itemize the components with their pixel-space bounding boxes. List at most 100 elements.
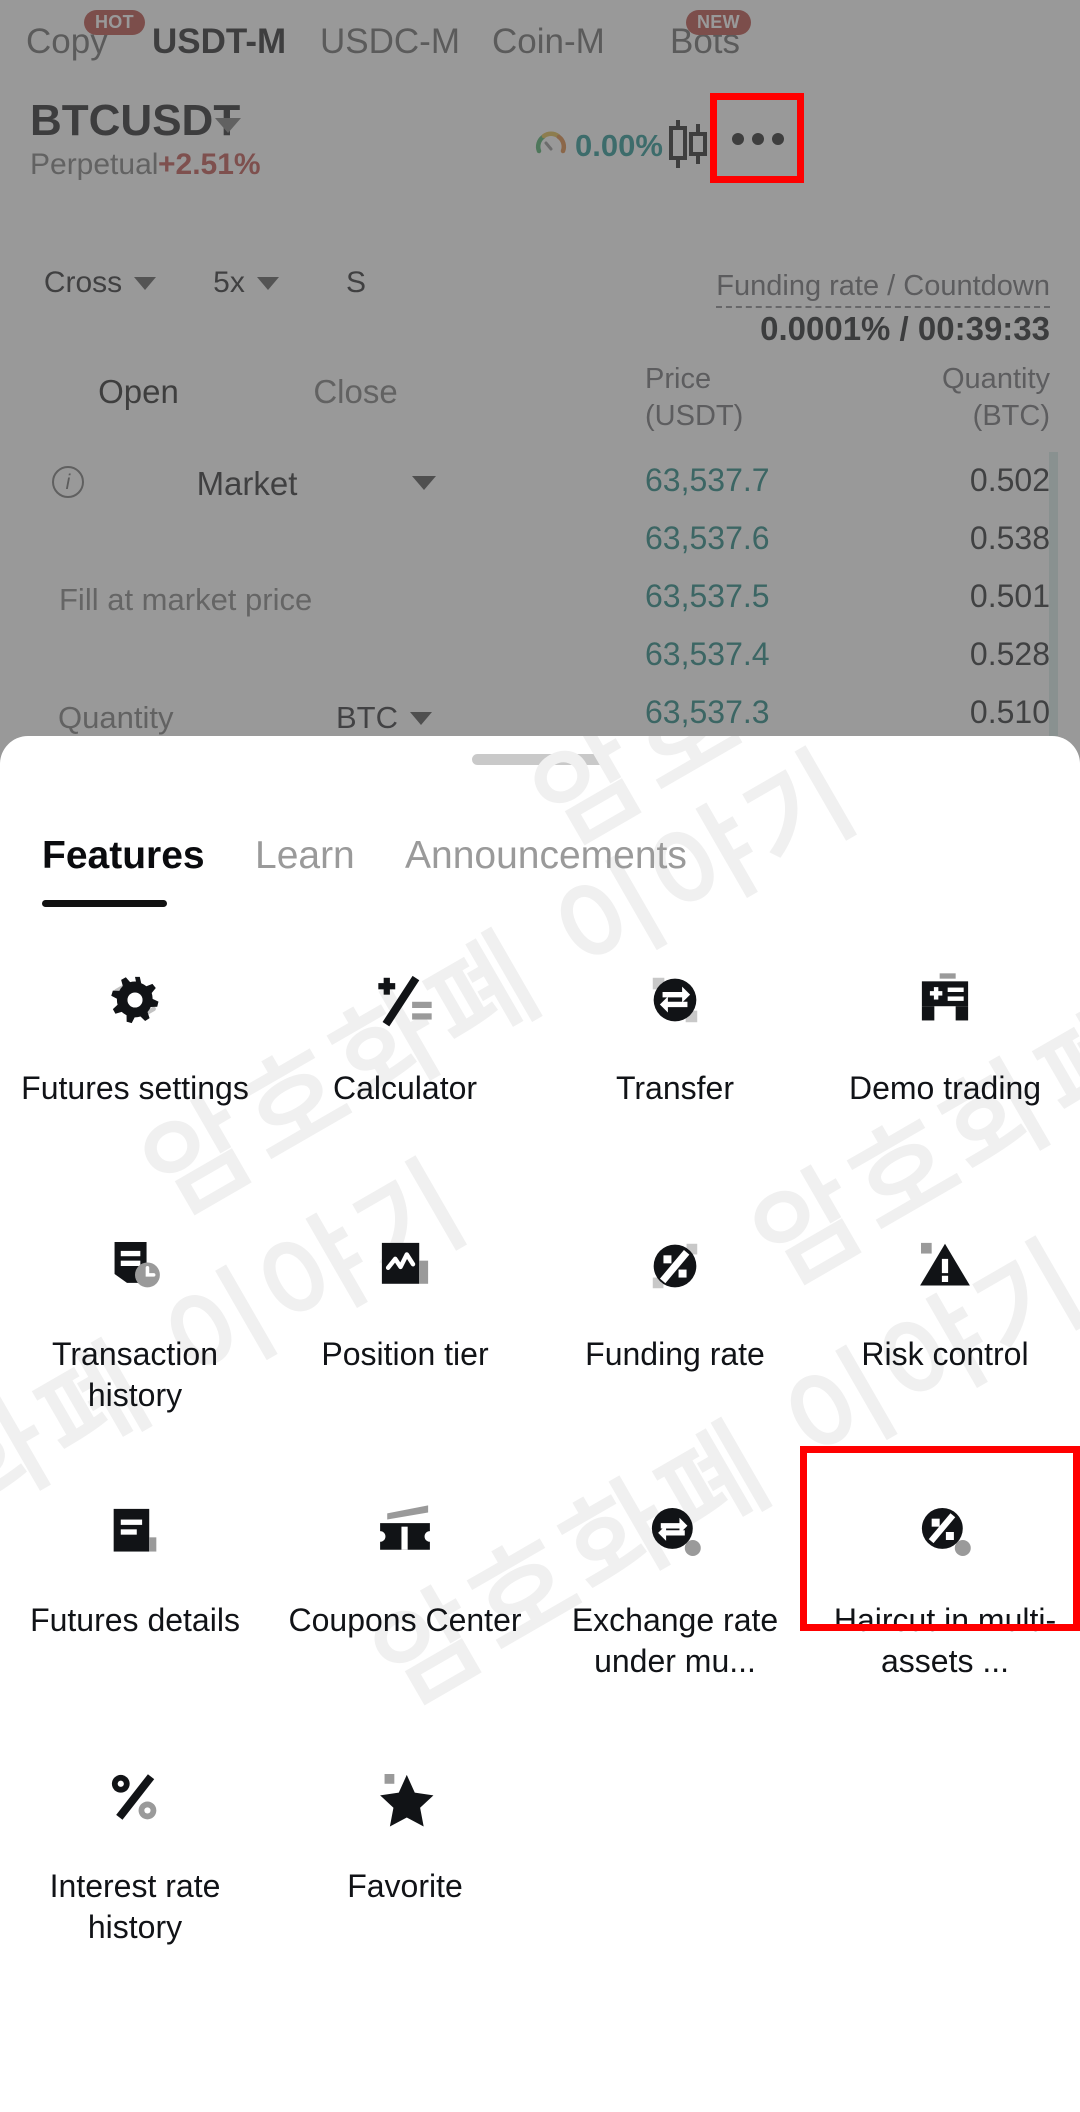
quantity-unit-label: BTC — [336, 700, 398, 735]
feature-item-futures-settings[interactable]: Futures settings — [0, 954, 270, 1109]
table-row[interactable]: 63,537.4 0.528 — [645, 636, 1050, 686]
orderbook-col-price-unit: (USDT) — [645, 400, 744, 432]
table-row[interactable]: 63,537.6 0.538 — [645, 520, 1050, 570]
feature-label: Risk control — [861, 1336, 1029, 1372]
feature-label: Coupons Center — [288, 1602, 522, 1638]
demo-trading-icon — [899, 954, 991, 1046]
orderbook-quantity: 0.501 — [969, 578, 1050, 614]
tab-close[interactable]: Close — [247, 358, 464, 426]
feature-item-interest-rate-history[interactable]: Interest rate history — [0, 1752, 270, 1948]
feature-label: Funding rate — [585, 1336, 765, 1372]
feature-item-calculator[interactable]: Calculator — [270, 954, 540, 1109]
feature-item-transfer[interactable]: Transfer — [540, 954, 810, 1109]
coupon-icon — [359, 1486, 451, 1578]
feature-item-demo-trading[interactable]: Demo trading — [810, 954, 1080, 1109]
price-placeholder: Fill at market price — [59, 582, 313, 617]
chevron-down-icon — [215, 118, 241, 133]
sheet-drag-handle[interactable] — [472, 754, 608, 765]
active-tab-indicator — [42, 900, 167, 907]
top-tab-usdc-m[interactable]: USDC-M — [320, 22, 460, 62]
preset-button[interactable]: S — [322, 252, 390, 314]
feature-label: Demo trading — [848, 1070, 1042, 1106]
feature-label: Futures settings — [21, 1070, 249, 1106]
order-type-selector[interactable]: i Market — [30, 448, 464, 516]
feature-label: Transaction history — [52, 1336, 218, 1413]
interest-rate-icon — [89, 1752, 181, 1844]
feature-item-exchange-rate[interactable]: Exchange rate under mu... — [540, 1486, 810, 1682]
page-title[interactable]: BTCUSDT — [30, 96, 240, 146]
depth-bar — [1049, 510, 1058, 568]
chevron-down-icon — [412, 476, 436, 490]
margin-mode-label: Cross — [43, 266, 123, 299]
leverage-selector[interactable]: 5x — [190, 252, 302, 314]
feature-item-coupons-center[interactable]: Coupons Center — [270, 1486, 540, 1641]
gauge-value: 0.00% — [575, 128, 663, 163]
chevron-down-icon — [410, 712, 432, 725]
highlight-box-more-options — [710, 93, 804, 183]
price-input[interactable]: Fill at market price — [30, 553, 464, 645]
feature-item-favorite[interactable]: Favorite — [270, 1752, 540, 1907]
feature-item-funding-rate[interactable]: Funding rate — [540, 1220, 810, 1375]
top-tab-usdt-m[interactable]: USDT-M — [152, 22, 286, 62]
transfer-icon — [629, 954, 721, 1046]
feature-label: Transfer — [616, 1070, 734, 1106]
features-bottom-sheet: 암호화폐 이야기 암호화폐 이야기 암호화폐 이야기 암호화폐 이야기 암호화폐… — [0, 736, 1080, 2112]
hot-badge: HOT — [84, 10, 145, 35]
tab-learn[interactable]: Learn — [255, 834, 355, 878]
orderbook-col-price: Price — [645, 363, 712, 395]
depth-bar — [1049, 452, 1058, 510]
sheet-tabs: Features Learn Announcements — [0, 834, 1080, 924]
exchange-rate-icon — [629, 1486, 721, 1578]
leverage-label: 5x — [213, 266, 245, 299]
feature-item-position-tier[interactable]: Position tier — [270, 1220, 540, 1375]
transaction-history-icon — [89, 1220, 181, 1312]
orderbook-quantity: 0.538 — [969, 520, 1050, 556]
funding-rate-label[interactable]: Funding rate / Countdown — [716, 270, 1050, 308]
top-tab-coin-m[interactable]: Coin-M — [492, 22, 605, 62]
table-row[interactable]: 63,537.7 0.502 — [645, 462, 1050, 512]
margin-mode-selector[interactable]: Cross — [30, 252, 170, 314]
depth-bar — [1049, 626, 1058, 684]
open-close-segmented-control: Open Close — [30, 358, 464, 426]
order-type-label: Market — [196, 465, 298, 502]
orderbook-price: 63,537.6 — [645, 520, 770, 556]
orderbook-price: 63,537.3 — [645, 694, 770, 730]
feature-label: Futures details — [30, 1602, 240, 1638]
orderbook-col-quantity-unit: (BTC) — [972, 400, 1050, 432]
chevron-down-icon — [256, 276, 279, 290]
feature-label: Exchange rate under mu... — [571, 1602, 779, 1679]
haircut-icon — [899, 1486, 991, 1578]
orderbook-col-quantity: Quantity — [942, 363, 1050, 395]
feature-label: Favorite — [347, 1868, 463, 1904]
feature-item-transaction-history[interactable]: Transaction history — [0, 1220, 270, 1416]
feature-item-risk-control[interactable]: Risk control — [810, 1220, 1080, 1375]
funding-rate-value: 0.0001% / 00:39:33 — [760, 310, 1050, 347]
risk-control-icon — [899, 1220, 991, 1312]
chevron-down-icon — [134, 276, 157, 290]
feature-label: Calculator — [332, 1070, 478, 1106]
gauge-icon — [535, 131, 567, 154]
feature-label: Haircut in multi-assets ... — [833, 1602, 1057, 1679]
feature-label: Interest rate history — [49, 1868, 221, 1945]
tab-announcements[interactable]: Announcements — [405, 834, 687, 878]
quantity-placeholder: Quantity — [58, 700, 174, 735]
orderbook-quantity: 0.510 — [969, 694, 1050, 730]
orderbook-quantity: 0.502 — [969, 462, 1050, 498]
screen-root: Copy HOT USDT-M USDC-M Coin-M Bots NEW B… — [0, 0, 1080, 2112]
orderbook-price: 63,537.4 — [645, 636, 770, 672]
top-nav-tabs: Copy HOT USDT-M USDC-M Coin-M Bots NEW — [0, 0, 1080, 80]
depth-bar — [1049, 684, 1058, 736]
orderbook-price: 63,537.7 — [645, 462, 770, 498]
preset-label: S — [345, 266, 366, 299]
orderbook-quantity: 0.528 — [969, 636, 1050, 672]
feature-item-haircut[interactable]: Haircut in multi-assets ... — [810, 1486, 1080, 1682]
position-tier-icon — [359, 1220, 451, 1312]
candlestick-chart-icon[interactable] — [666, 118, 712, 170]
table-row[interactable]: 63,537.5 0.501 — [645, 578, 1050, 628]
feature-item-futures-details[interactable]: Futures details — [0, 1486, 270, 1641]
tab-open[interactable]: Open — [30, 358, 247, 426]
tab-features[interactable]: Features — [42, 834, 205, 878]
new-badge: NEW — [686, 10, 751, 35]
feature-label: Position tier — [321, 1336, 489, 1372]
futures-details-icon — [89, 1486, 181, 1578]
